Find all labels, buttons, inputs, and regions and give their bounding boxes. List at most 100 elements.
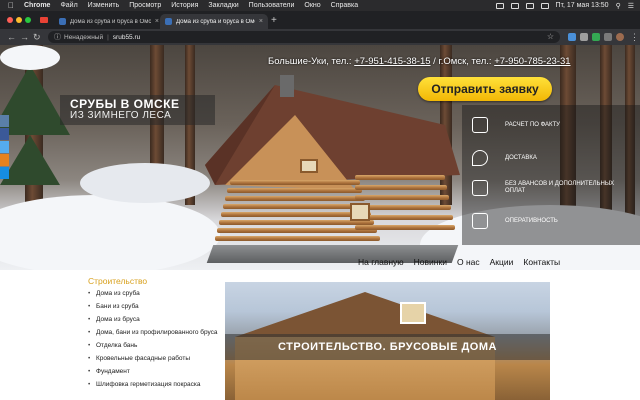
- nav-home[interactable]: На главную: [358, 257, 404, 267]
- bluetooth-icon[interactable]: [510, 2, 519, 9]
- chimney: [280, 75, 294, 97]
- apple-icon[interactable]: : [8, 0, 17, 11]
- address-bar[interactable]: ⓘ Ненадежный | srub55.ru ☆: [48, 31, 560, 43]
- menu-item[interactable]: Дома из сруба: [88, 290, 218, 298]
- window: [300, 159, 318, 173]
- dormer: [400, 302, 426, 324]
- phone-link-1[interactable]: +7-951-415-38-15: [354, 56, 430, 67]
- menu-item[interactable]: Дома из бруса: [88, 316, 218, 324]
- menu-item[interactable]: Кровельные фасадные работы: [88, 355, 218, 363]
- zoom-window-button[interactable]: [25, 17, 31, 23]
- share-facebook-icon[interactable]: [0, 128, 9, 140]
- send-request-button[interactable]: Отправить заявку: [418, 77, 552, 101]
- nav-promotions[interactable]: Акции: [490, 257, 514, 267]
- security-label: Ненадежный: [64, 33, 104, 41]
- contact-phones: Большие-Уки, тел.: +7-951-415-38-15 / г.…: [268, 56, 571, 67]
- tab-active[interactable]: Дома из сруба и бруса в Омск ×: [160, 14, 268, 29]
- profile-avatar[interactable]: [616, 33, 624, 41]
- site-favicon-icon: [59, 18, 66, 25]
- menu-users[interactable]: Пользователи: [249, 2, 295, 9]
- menu-item[interactable]: Фундамент: [88, 368, 218, 376]
- log-wall: [355, 175, 445, 180]
- nav-new[interactable]: Новинки: [414, 257, 447, 267]
- extension-icon[interactable]: [568, 33, 576, 41]
- menu-file[interactable]: Файл: [60, 2, 77, 9]
- gmail-pinned-tab-icon[interactable]: [40, 17, 48, 23]
- menu-item[interactable]: Отделка бань: [88, 342, 218, 350]
- delivery-truck-icon: [472, 213, 488, 229]
- browser-toolbar: ← → ↻ ⓘ Ненадежный | srub55.ru ☆ ⋮: [0, 29, 640, 45]
- menu-item[interactable]: Шлифовка герметизация покраска: [88, 381, 218, 389]
- clock[interactable]: Пт, 17 мая 13:50: [556, 2, 609, 9]
- share-twitter-icon[interactable]: [0, 141, 9, 153]
- extension-icon[interactable]: [580, 33, 588, 41]
- snow-drift: [0, 45, 60, 70]
- feature-item: Без авансов и дополнительных оплат: [472, 180, 637, 200]
- house-roof: [235, 292, 495, 337]
- snow-drift: [0, 195, 220, 270]
- kebab-menu-icon[interactable]: ⋮: [630, 32, 639, 42]
- hero-banner: СРУБЫ В ОМСКЕ ИЗ ЗИМНЕГО ЛЕСА Большие-Ук…: [0, 45, 640, 270]
- calculator-icon: [472, 117, 488, 133]
- nav-contacts[interactable]: Контакты: [523, 257, 560, 267]
- new-tab-button[interactable]: +: [271, 15, 277, 27]
- battery-icon[interactable]: [540, 2, 549, 9]
- menu-item[interactable]: Бани из сруба: [88, 303, 218, 311]
- share-vk-icon[interactable]: [0, 115, 9, 127]
- phone-link-2[interactable]: +7-950-785-23-31: [494, 56, 570, 67]
- menu-list-icon[interactable]: ☰: [628, 2, 634, 10]
- wifi-icon[interactable]: [495, 2, 504, 9]
- feature-item: Расчет по факту: [472, 117, 637, 137]
- url-text: srub55.ru: [112, 33, 141, 41]
- extension-icon[interactable]: [592, 33, 600, 41]
- forward-arrow-icon[interactable]: →: [20, 32, 29, 42]
- reload-icon[interactable]: ↻: [33, 32, 41, 42]
- featured-image[interactable]: СТРОИТЕЛЬСТВО. БРУСОВЫЕ ДОМА: [225, 282, 550, 400]
- features-panel: Расчет по факту Доставка Без авансов и д…: [462, 105, 640, 245]
- no-prepayment-icon: [472, 180, 488, 196]
- feature-label: Без авансов и дополнительных оплат: [505, 181, 615, 194]
- log-wall: [217, 228, 377, 233]
- log-wall: [215, 236, 380, 241]
- main-navigation: На главную Новинки О нас Акции Контакты: [358, 257, 560, 267]
- menu-heading[interactable]: Строительство: [88, 276, 218, 286]
- extension-icon[interactable]: [604, 33, 612, 41]
- feature-label: Оперативность: [505, 218, 558, 224]
- log-wall: [227, 188, 362, 193]
- menu-item[interactable]: Дома, бани из профилированного бруса: [88, 329, 218, 337]
- divider: |: [107, 33, 109, 41]
- menu-window[interactable]: Окно: [304, 2, 320, 9]
- social-share-bar: [0, 115, 9, 180]
- nav-about[interactable]: О нас: [457, 257, 480, 267]
- info-icon[interactable]: ⓘ: [54, 32, 61, 42]
- log-wall: [221, 212, 371, 217]
- menu-edit[interactable]: Изменить: [88, 2, 120, 9]
- close-window-button[interactable]: [7, 17, 13, 23]
- site-brand[interactable]: СРУБЫ В ОМСКЕ ИЗ ЗИМНЕГО ЛЕСА: [60, 95, 215, 125]
- close-tab-icon[interactable]: ×: [155, 18, 159, 25]
- log-wall: [355, 195, 449, 200]
- share-mail-icon[interactable]: [0, 167, 9, 179]
- snow-drift: [80, 163, 210, 203]
- close-tab-icon[interactable]: ×: [259, 18, 263, 25]
- menu-view[interactable]: Просмотр: [129, 2, 161, 9]
- feature-label: Доставка: [505, 155, 537, 161]
- services-menu: Строительство Дома из сруба Бани из сруб…: [88, 276, 218, 394]
- volume-icon[interactable]: [525, 2, 534, 9]
- tab-inactive[interactable]: Дома из сруба и бруса в Омск ×: [54, 14, 164, 29]
- back-arrow-icon[interactable]: ←: [7, 32, 16, 42]
- tab-title: Дома из сруба и бруса в Омск: [70, 18, 151, 25]
- menu-bookmarks[interactable]: Закладки: [208, 2, 238, 9]
- search-icon[interactable]: ⚲: [616, 2, 621, 10]
- brand-title: СРУБЫ В ОМСКЕ: [70, 97, 180, 111]
- menu-history[interactable]: История: [171, 2, 198, 9]
- phone-label-2: / г.Омск, тел.:: [430, 56, 495, 67]
- menu-help[interactable]: Справка: [331, 2, 358, 9]
- menu-chrome[interactable]: Chrome: [24, 2, 50, 9]
- share-ok-icon[interactable]: [0, 154, 9, 166]
- minimize-window-button[interactable]: [16, 17, 22, 23]
- log-wall: [223, 204, 368, 209]
- web-page: СРУБЫ В ОМСКЕ ИЗ ЗИМНЕГО ЛЕСА Большие-Ук…: [0, 45, 640, 400]
- bookmark-star-icon[interactable]: ☆: [547, 32, 554, 41]
- window: [350, 203, 370, 221]
